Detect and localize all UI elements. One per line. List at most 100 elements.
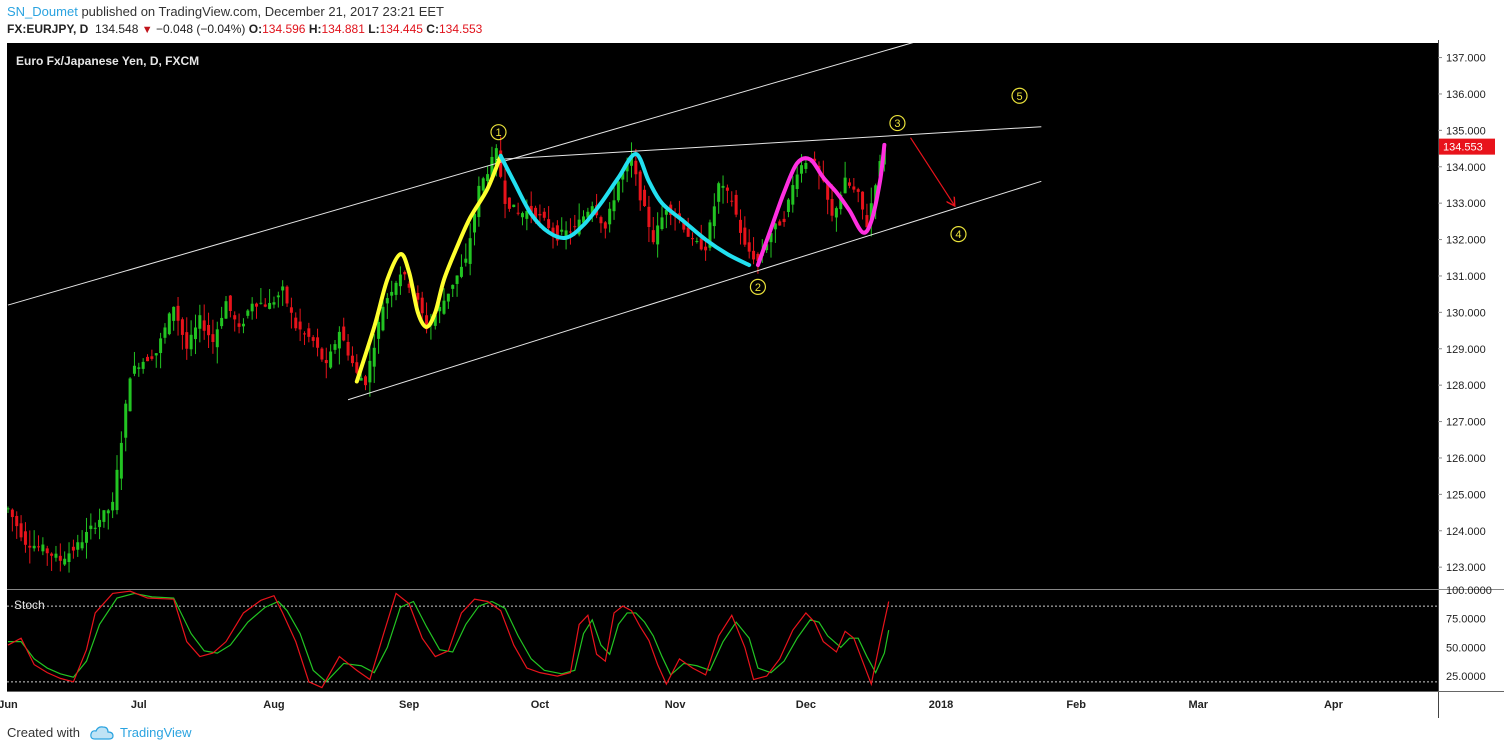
candle-body bbox=[603, 222, 607, 229]
candle-body bbox=[847, 182, 851, 186]
candle-body bbox=[128, 378, 132, 412]
candle-body bbox=[843, 177, 847, 194]
candle-body bbox=[237, 323, 241, 327]
candle-body bbox=[263, 304, 267, 307]
x-tick-label: Sep bbox=[399, 699, 419, 711]
candle-body bbox=[241, 323, 245, 327]
candle-body bbox=[416, 292, 420, 300]
candle-body bbox=[691, 238, 695, 240]
stoch-tick-label: 50.0000 bbox=[1446, 642, 1486, 654]
candle-body bbox=[307, 328, 311, 337]
candle-body bbox=[712, 206, 716, 227]
candle-body bbox=[385, 298, 389, 304]
x-tick-label: Feb bbox=[1066, 699, 1086, 711]
candle-body bbox=[468, 238, 472, 264]
candle-body bbox=[503, 180, 507, 204]
y-tick-label: 136.000 bbox=[1446, 89, 1486, 101]
candle-body bbox=[651, 230, 655, 243]
candle-body bbox=[185, 332, 189, 349]
y-tick-label: 134.000 bbox=[1446, 162, 1486, 174]
candle-body bbox=[786, 199, 790, 212]
candle-body bbox=[473, 213, 477, 233]
candle-body bbox=[50, 553, 54, 556]
close-value: 134.553 bbox=[438, 22, 483, 36]
tradingview-link[interactable]: TradingView bbox=[120, 725, 192, 740]
y-tick-label: 127.000 bbox=[1446, 417, 1486, 429]
y-tick-label: 135.000 bbox=[1446, 125, 1486, 137]
candle-body bbox=[32, 545, 36, 549]
candle-body bbox=[346, 341, 350, 356]
candle-body bbox=[599, 217, 603, 224]
stoch-tick-label: 25.0000 bbox=[1446, 671, 1486, 683]
x-tick-label: Nov bbox=[665, 699, 687, 711]
candle-body bbox=[93, 527, 97, 529]
x-tick-label: Jul bbox=[131, 699, 147, 711]
candle-body bbox=[704, 246, 708, 251]
candle-body bbox=[246, 310, 250, 316]
candle-body bbox=[172, 306, 176, 321]
candle-body bbox=[333, 344, 337, 350]
candle-body bbox=[163, 327, 167, 338]
author-link[interactable]: SN_Doumet bbox=[7, 4, 78, 19]
chart-title: Euro Fx/Japanese Yen, D, FXCM bbox=[16, 54, 199, 68]
symbol-label: FX:EURJPY, D bbox=[7, 22, 89, 36]
candle-body bbox=[119, 442, 123, 479]
candle-body bbox=[10, 509, 14, 518]
candle-body bbox=[207, 324, 211, 336]
candle-body bbox=[106, 510, 110, 514]
candle-body bbox=[834, 208, 838, 218]
candle-body bbox=[830, 199, 834, 216]
x-tick-label: Oct bbox=[531, 699, 550, 711]
candle-body bbox=[202, 320, 206, 331]
x-tick-label: 2018 bbox=[929, 699, 953, 711]
candle-body bbox=[124, 403, 128, 438]
wave-label: 1 bbox=[495, 127, 501, 139]
candle-body bbox=[368, 360, 372, 383]
candle-body bbox=[41, 544, 45, 552]
candle-body bbox=[721, 185, 725, 188]
candle-body bbox=[111, 501, 115, 511]
stoch-tick-label: 75.0000 bbox=[1446, 614, 1486, 626]
y-tick-label: 133.000 bbox=[1446, 198, 1486, 210]
candle-body bbox=[198, 315, 202, 329]
candle-body bbox=[294, 317, 298, 329]
x-tick-label: Aug bbox=[263, 699, 284, 711]
x-tick-label: Dec bbox=[796, 699, 816, 711]
candle-body bbox=[377, 321, 381, 339]
created-with-text: Created with bbox=[7, 725, 80, 740]
candle-body bbox=[734, 194, 738, 215]
y-tick-label: 125.000 bbox=[1446, 489, 1486, 501]
candle-body bbox=[89, 525, 93, 529]
candle-body bbox=[350, 355, 354, 364]
candle-body bbox=[364, 376, 368, 386]
y-tick-label: 123.000 bbox=[1446, 562, 1486, 574]
footer: Created with TradingView bbox=[7, 725, 192, 740]
candle-body bbox=[285, 286, 289, 304]
candle-body bbox=[63, 558, 67, 565]
candle-body bbox=[560, 229, 564, 232]
candle-body bbox=[211, 334, 215, 342]
candle-body bbox=[725, 187, 729, 191]
y-tick-label: 130.000 bbox=[1446, 307, 1486, 319]
candle-body bbox=[276, 295, 280, 298]
candle-body bbox=[638, 171, 642, 201]
candle-body bbox=[37, 546, 41, 548]
x-tick-label: Apr bbox=[1324, 699, 1344, 711]
candle-body bbox=[115, 469, 119, 511]
down-triangle-icon: ▼ bbox=[141, 24, 153, 36]
y-tick-label: 126.000 bbox=[1446, 453, 1486, 465]
candle-body bbox=[647, 206, 651, 228]
price-chart[interactable]: Euro Fx/Japanese Yen, D, FXCM 137.000 136.… bbox=[0, 40, 1504, 718]
candle-body bbox=[54, 553, 58, 558]
candle-body bbox=[730, 200, 734, 202]
candle-body bbox=[800, 165, 804, 174]
candle-body bbox=[538, 214, 542, 216]
candle-body bbox=[717, 183, 721, 202]
candle-body bbox=[146, 356, 150, 362]
chart-background bbox=[7, 43, 1438, 691]
candle-body bbox=[446, 293, 450, 302]
stoch-tick-label: 100.0000 bbox=[1446, 585, 1492, 597]
candle-body bbox=[137, 367, 141, 369]
candle-body bbox=[302, 333, 306, 335]
x-tick-label: Jun bbox=[0, 699, 18, 711]
